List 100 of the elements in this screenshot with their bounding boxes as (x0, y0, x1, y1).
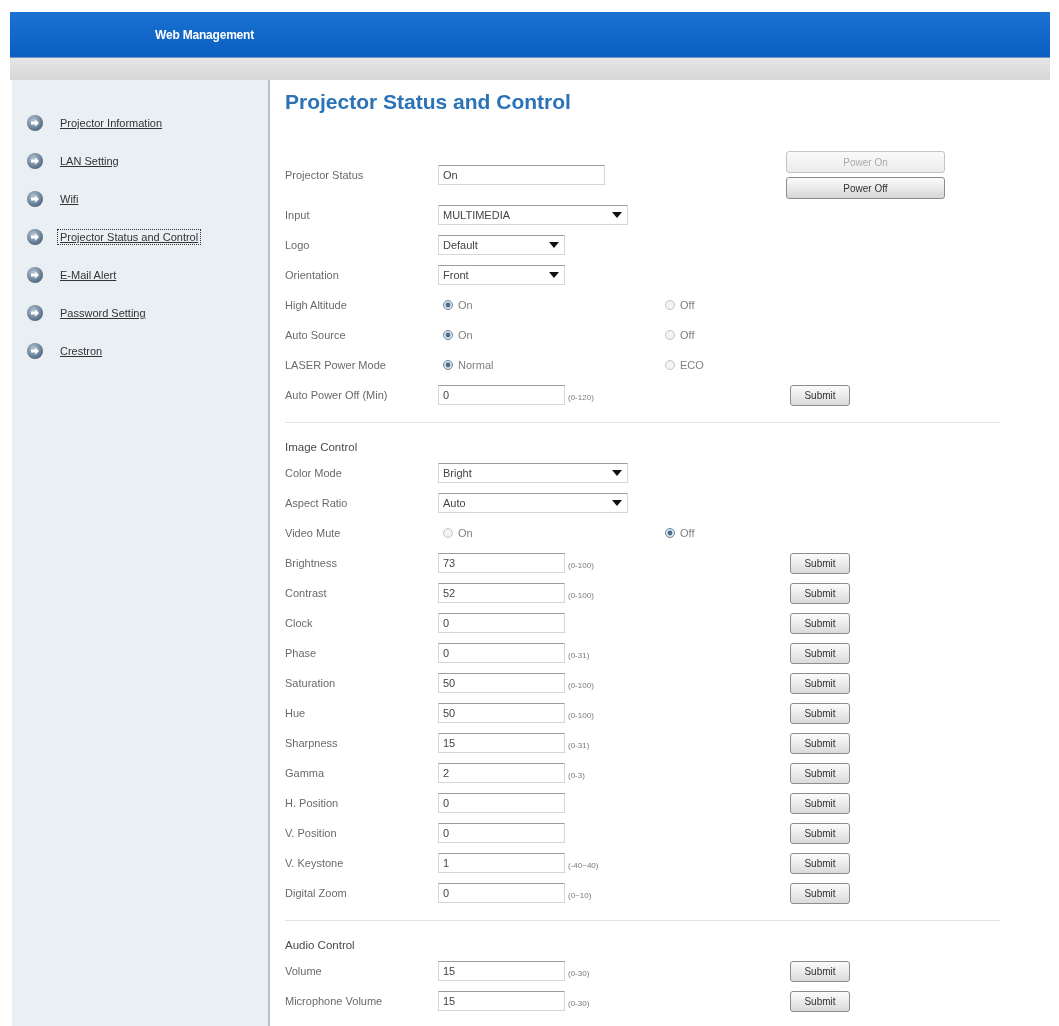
radio-icon[interactable] (443, 330, 453, 340)
field-label: Brightness (285, 557, 338, 569)
caret-icon (549, 242, 559, 248)
range-hint: (0-31) (568, 649, 590, 660)
sidebar-link[interactable]: E-Mail Alert (58, 268, 119, 282)
field-label: LASER Power Mode (285, 359, 387, 371)
radio-icon[interactable] (443, 300, 453, 310)
sidebar-link[interactable]: Projector Information (58, 116, 165, 130)
radio-icon[interactable] (443, 360, 453, 370)
caret-icon (612, 212, 622, 218)
sidebar-link[interactable]: LAN Setting (58, 154, 121, 168)
range-hint: (-40~40) (568, 859, 599, 870)
dropdown[interactable]: MULTIMEDIA (438, 205, 628, 225)
number-field[interactable]: 0 (438, 613, 565, 633)
submit-button[interactable]: Submit (790, 612, 850, 634)
field-label: Microphone Volume (285, 995, 384, 1007)
number-field[interactable]: 0 (438, 883, 565, 903)
submit-button[interactable]: Submit (790, 852, 850, 874)
submit-button[interactable]: Submit (790, 552, 850, 574)
submit-button[interactable]: Submit (790, 732, 850, 754)
field-label: Phase (285, 647, 318, 659)
dropdown[interactable]: Auto (438, 493, 628, 513)
number-field[interactable]: 52 (438, 583, 565, 603)
radio-icon[interactable] (665, 360, 675, 370)
radio-option[interactable]: ECO (660, 359, 704, 371)
submit-button[interactable]: Submit (790, 672, 850, 694)
field-label: Hue (285, 707, 307, 719)
number-field[interactable]: 15 (438, 991, 565, 1011)
sidebar-link[interactable]: Projector Status and Control (58, 230, 201, 244)
section-heading: Image Control (285, 440, 359, 455)
radio-option[interactable]: On (438, 299, 473, 311)
number-field[interactable]: 1 (438, 853, 565, 873)
arrow-circle-icon (27, 191, 43, 207)
field-label: Video Mute (285, 527, 342, 539)
submit-button[interactable]: Submit (790, 762, 850, 784)
caret-icon (612, 500, 622, 506)
dropdown[interactable]: Default (438, 235, 565, 255)
radio-icon[interactable] (665, 300, 675, 310)
page-title: Projector Status and Control (285, 90, 572, 114)
submit-button[interactable]: Submit (790, 960, 850, 982)
radio-option[interactable]: Off (660, 299, 695, 311)
number-field[interactable]: 0 (438, 793, 565, 813)
submit-button[interactable]: Submit (790, 702, 850, 724)
number-field[interactable]: 15 (438, 961, 565, 981)
number-field[interactable]: 0 (438, 643, 565, 663)
submit-button[interactable]: Submit (790, 882, 850, 904)
number-field[interactable]: 0 (438, 823, 565, 843)
power-button[interactable]: Power Off (786, 177, 945, 199)
field-label: Aspect Ratio (285, 497, 349, 509)
number-field[interactable]: 15 (438, 733, 565, 753)
field-label: Clock (285, 617, 314, 629)
status-field[interactable]: On (438, 165, 605, 185)
dropdown[interactable]: Front (438, 265, 565, 285)
field-label: Orientation (285, 269, 340, 281)
number-field[interactable]: 73 (438, 553, 565, 573)
field-label: Color Mode (285, 467, 343, 479)
field-label: Contrast (285, 587, 328, 599)
radio-option[interactable]: Normal (438, 359, 494, 371)
submit-button[interactable]: Submit (790, 582, 850, 604)
radio-option[interactable]: On (438, 527, 473, 539)
range-hint: (0-30) (568, 997, 590, 1008)
sidebar-link[interactable]: Password Setting (58, 306, 148, 320)
arrow-circle-icon (27, 343, 43, 359)
number-field[interactable]: 0 (438, 385, 565, 405)
radio-icon[interactable] (665, 528, 675, 538)
submit-button[interactable]: Submit (790, 822, 850, 844)
submit-button[interactable]: Submit (790, 642, 850, 664)
range-hint: (0~10) (568, 889, 592, 900)
range-hint: (0-3) (568, 769, 585, 780)
radio-icon[interactable] (443, 528, 453, 538)
radio-option[interactable]: Off (660, 329, 695, 341)
number-field[interactable]: 50 (438, 703, 565, 723)
range-hint: (0-100) (568, 679, 594, 690)
arrow-circle-icon (27, 229, 43, 245)
radio-option[interactable]: On (438, 329, 473, 341)
section-heading: Audio Control (285, 938, 356, 953)
header-title: Web Management (155, 27, 254, 42)
field-label: Input (285, 209, 311, 221)
radio-option[interactable]: Off (660, 527, 695, 539)
submit-button[interactable]: Submit (790, 384, 850, 406)
range-hint: (0-30) (568, 967, 590, 978)
submit-button[interactable]: Submit (790, 990, 850, 1012)
sidebar-link[interactable]: Wifi (58, 192, 81, 206)
caret-icon (612, 470, 622, 476)
dropdown[interactable]: Bright (438, 463, 628, 483)
arrow-circle-icon (27, 305, 43, 321)
submit-button[interactable]: Submit (790, 792, 850, 814)
field-label: Sharpness (285, 737, 339, 749)
field-label: Gamma (285, 767, 326, 779)
field-label: V. Keystone (285, 857, 345, 869)
number-field[interactable]: 2 (438, 763, 565, 783)
sidebar-link[interactable]: Crestron (58, 344, 105, 358)
field-label: V. Position (285, 827, 338, 839)
range-hint: (0-31) (568, 739, 590, 750)
field-label: High Altitude (285, 299, 348, 311)
number-field[interactable]: 50 (438, 673, 565, 693)
field-label: H. Position (285, 797, 340, 809)
radio-icon[interactable] (665, 330, 675, 340)
field-label: Logo (285, 239, 311, 251)
arrow-circle-icon (27, 267, 43, 283)
